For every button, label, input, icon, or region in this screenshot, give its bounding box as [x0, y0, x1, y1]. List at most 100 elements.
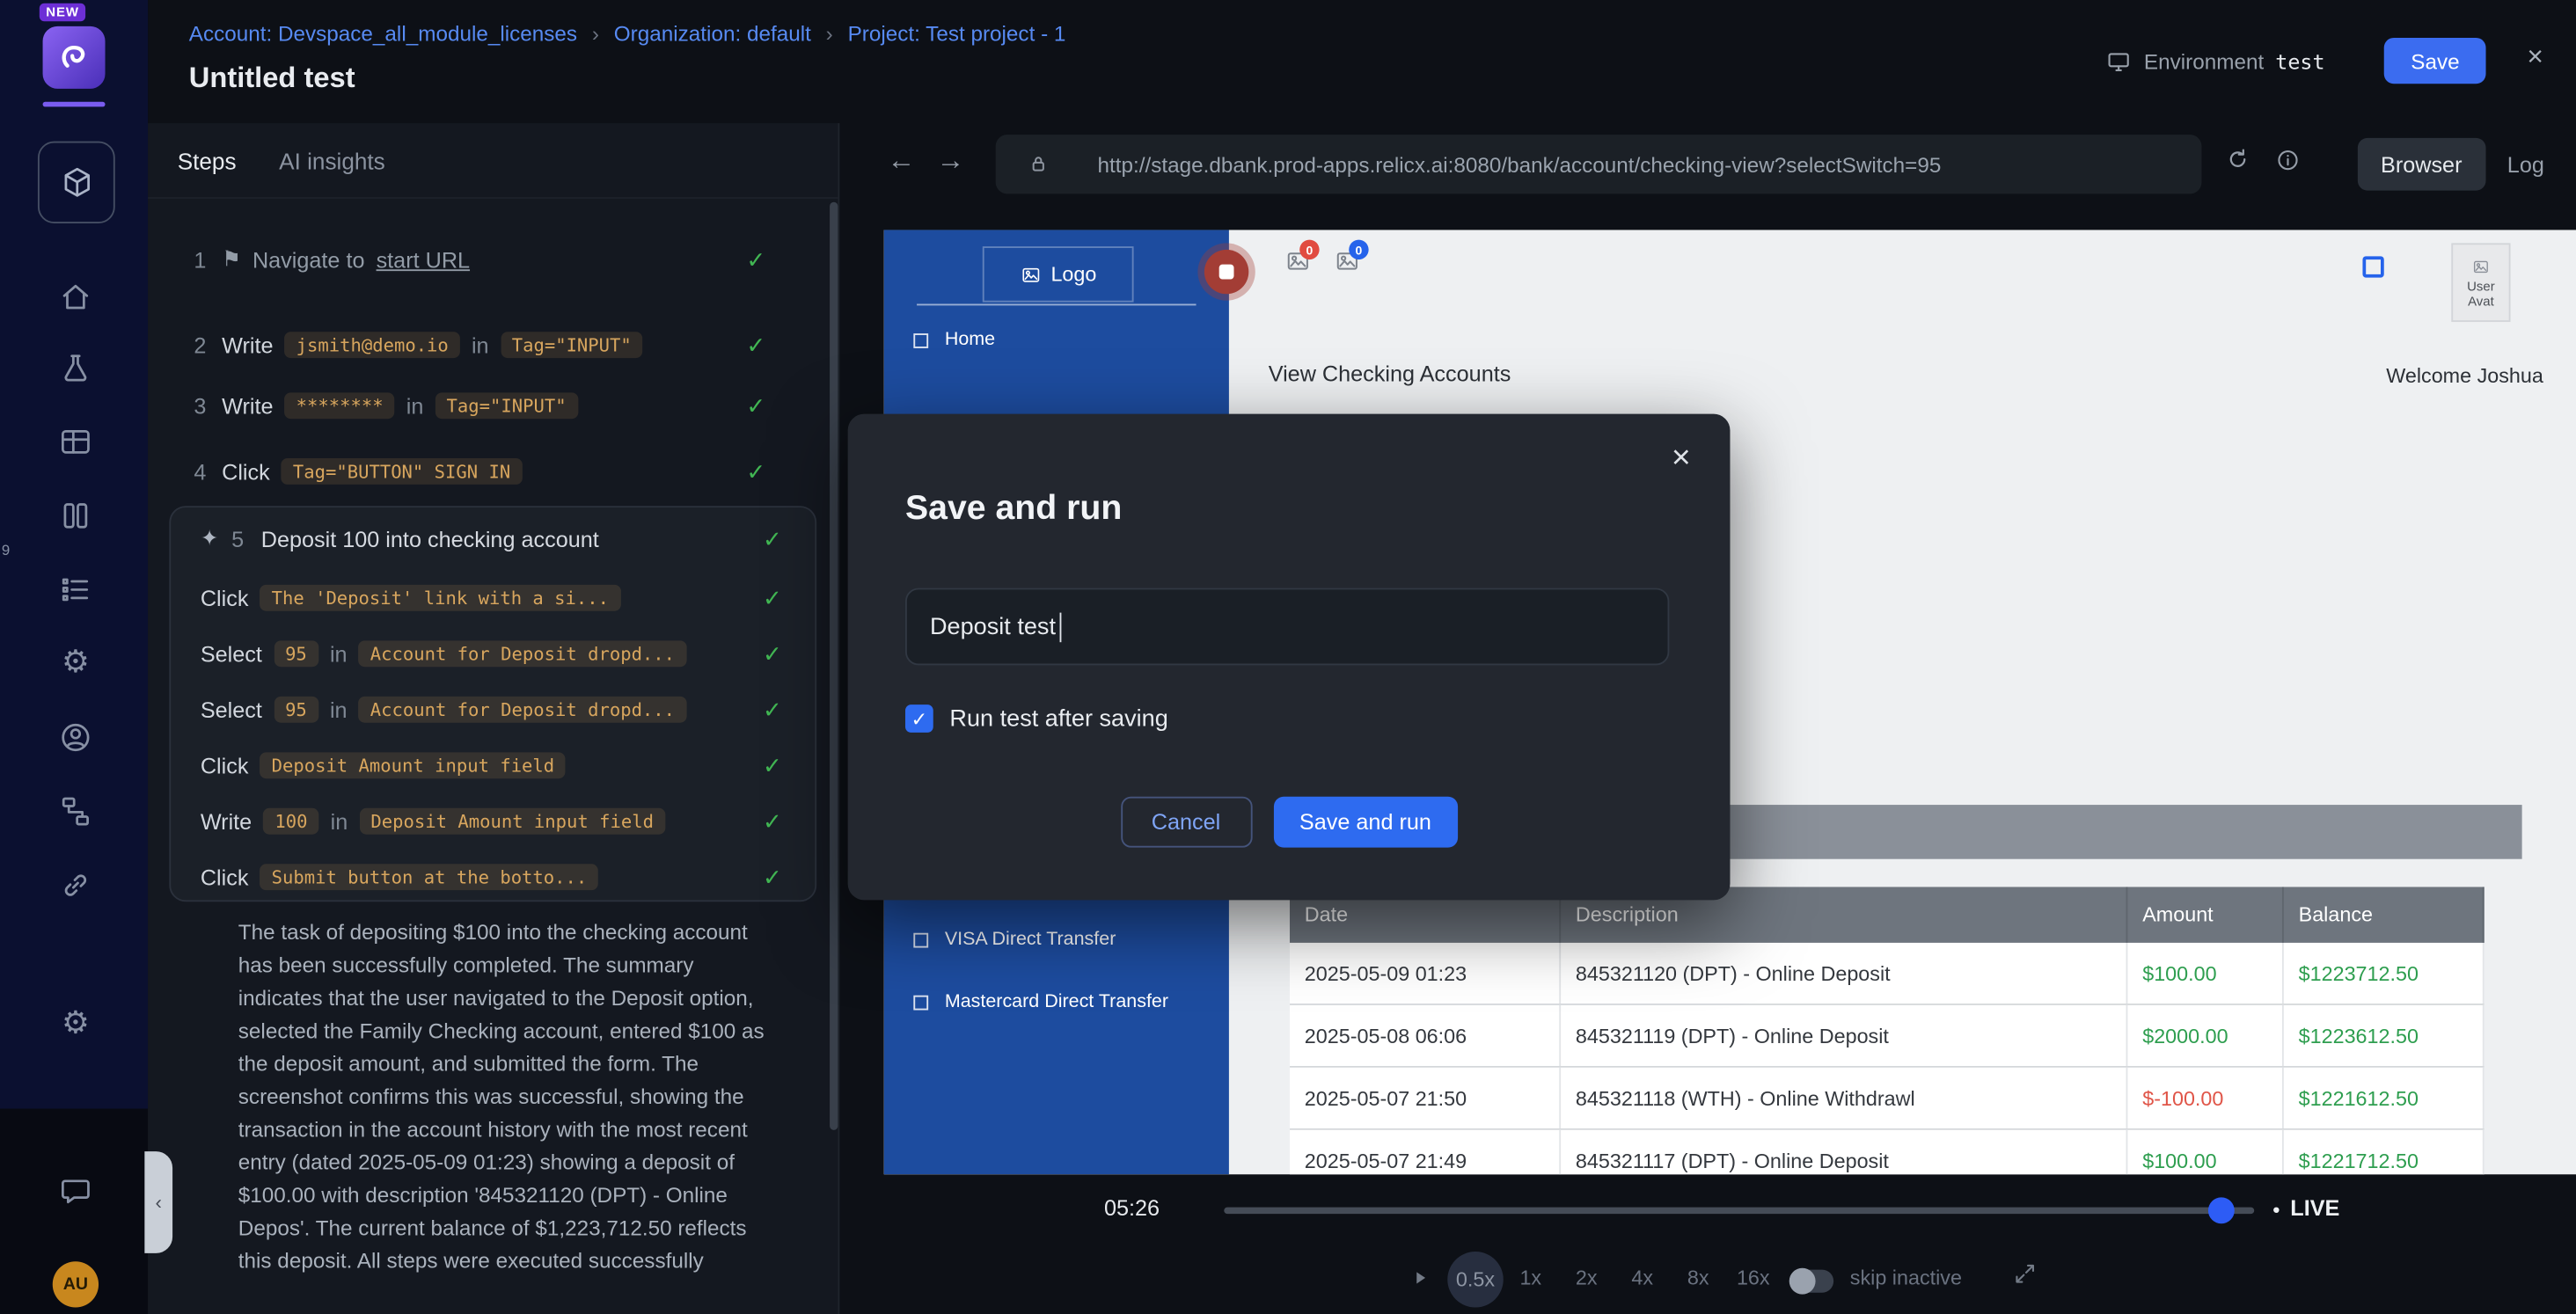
avatar-alt-text: User Avat	[2456, 279, 2506, 309]
sidebar-item-settings[interactable]: ⚙	[55, 642, 95, 682]
steps-scrollbar[interactable]	[830, 202, 838, 1130]
app-logo[interactable]	[43, 26, 106, 89]
substep-value-chip[interactable]: 100	[263, 808, 318, 835]
widget-icon[interactable]	[2362, 256, 2383, 277]
cell-description: 845321118 (WTH) - Online Withdrawl	[1561, 1068, 2127, 1128]
tab-ai-insights[interactable]: AI insights	[279, 147, 385, 173]
skip-inactive-toggle[interactable]	[1791, 1270, 1834, 1293]
sidebar-item-modules[interactable]	[38, 142, 115, 223]
timeline-track[interactable]	[1224, 1208, 2254, 1214]
substep-value-chip[interactable]: 95	[274, 697, 318, 723]
back-arrow-icon[interactable]: ←	[887, 144, 915, 177]
substep-target-chip[interactable]: Deposit Amount input field	[359, 808, 665, 835]
bank-nav-visa-direct-transfer[interactable]: VISA Direct Transfer	[884, 924, 1229, 954]
substep-row[interactable]: Select 95 in Account for Deposit dropd..…	[171, 682, 815, 737]
cell-date: 2025-05-08 06:06	[1290, 1005, 1561, 1066]
substep-row[interactable]: Select 95 in Account for Deposit dropd..…	[171, 626, 815, 682]
user-avatar-broken-image[interactable]: User Avat	[2451, 243, 2510, 322]
step-value-chip[interactable]: ********	[285, 392, 395, 419]
step-connector: in	[406, 393, 424, 418]
breadcrumb-project-link[interactable]: Project: Test project - 1	[848, 21, 1066, 46]
substep-target-chip[interactable]: Submit button at the botto...	[260, 864, 599, 890]
speed-2x-button[interactable]: 2x	[1576, 1267, 1598, 1289]
breadcrumb: Account: Devspace_all_module_licenses › …	[189, 21, 1066, 46]
welcome-text: Welcome Joshua	[2386, 365, 2543, 388]
breadcrumb-organization-link[interactable]: Organization: default	[614, 21, 811, 46]
forward-arrow-icon[interactable]: →	[936, 144, 964, 177]
speed-1x-button[interactable]: 1x	[1519, 1267, 1541, 1289]
info-icon[interactable]	[2274, 146, 2302, 174]
bank-page-title: View Checking Accounts	[1269, 361, 1511, 386]
cell-balance: $1223612.50	[2284, 1005, 2485, 1066]
user-circle-icon	[57, 719, 93, 756]
bank-logo-broken-image[interactable]: Logo	[983, 246, 1134, 302]
speed-8x-button[interactable]: 8x	[1687, 1267, 1709, 1289]
sidebar-item-support-chat[interactable]	[55, 1172, 95, 1211]
save-button[interactable]: Save	[2384, 38, 2485, 84]
substep-target-chip[interactable]: Account for Deposit dropd...	[359, 697, 686, 723]
step-row-1[interactable]: 1 ⚑ Navigate to start URL ✓	[148, 227, 838, 293]
cell-amount: $-100.00	[2127, 1068, 2283, 1128]
tab-log[interactable]: Log	[2487, 138, 2564, 191]
address-bar[interactable]: http://stage.dbank.prod-apps.relicx.ai:8…	[996, 135, 2202, 193]
step-value-chip[interactable]: jsmith@demo.io	[285, 332, 460, 358]
recording-indicator-button[interactable]	[1204, 250, 1248, 294]
step-target-chip[interactable]: Tag="BUTTON" SIGN IN	[282, 458, 523, 485]
timeline-scrubber-handle[interactable]	[2208, 1197, 2235, 1223]
save-and-run-button[interactable]: Save and run	[1273, 797, 1458, 848]
substep-target-chip[interactable]: Deposit Amount input field	[260, 752, 567, 778]
sidebar-item-results[interactable]	[55, 570, 95, 610]
sidebar-item-users[interactable]	[55, 718, 95, 757]
steps-panel-tabs: Steps AI insights	[148, 123, 838, 199]
text-cursor	[1059, 612, 1062, 642]
run-after-saving-checkbox[interactable]: ✓	[905, 704, 933, 733]
step-row-2[interactable]: 2 Write jsmith@demo.io in Tag="INPUT" ✓	[148, 312, 838, 378]
substep-row[interactable]: Write 100 in Deposit Amount input field …	[171, 793, 815, 849]
step-row-4[interactable]: 4 Click Tag="BUTTON" SIGN IN ✓	[148, 439, 838, 505]
speed-16x-button[interactable]: 16x	[1737, 1267, 1770, 1289]
cancel-button[interactable]: Cancel	[1120, 797, 1251, 848]
notification-broken-image[interactable]: 0	[1333, 248, 1363, 274]
substep-target-chip[interactable]: The 'Deposit' link with a si...	[260, 585, 621, 611]
tab-steps[interactable]: Steps	[178, 147, 237, 173]
environment-icon	[2104, 47, 2133, 76]
substep-target-chip[interactable]: Account for Deposit dropd...	[359, 640, 686, 667]
step-group-header[interactable]: ✦ 5 Deposit 100 into checking account ✓	[171, 507, 815, 570]
sidebar-item-workflows[interactable]	[55, 792, 95, 831]
substep-row[interactable]: Click Deposit Amount input field ✓	[171, 738, 815, 793]
sidebar-item-runs[interactable]	[55, 496, 95, 536]
substep-row[interactable]: Click Submit button at the botto... ✓	[171, 849, 815, 904]
live-badge[interactable]: LIVE	[2290, 1196, 2339, 1221]
column-header-amount: Amount	[2127, 887, 2283, 942]
panel-collapse-handle[interactable]: ‹	[144, 1151, 172, 1253]
refresh-icon[interactable]	[2223, 144, 2253, 174]
bank-nav-mastercard-direct-transfer[interactable]: Mastercard Direct Transfer	[884, 987, 1229, 1017]
step-connector: in	[472, 332, 489, 357]
substep-value-chip[interactable]: 95	[274, 640, 318, 667]
test-name-input[interactable]: Deposit test	[905, 588, 1669, 666]
step-row-3[interactable]: 3 Write ******** in Tag="INPUT" ✓	[148, 373, 838, 439]
check-icon: ✓	[763, 525, 782, 553]
start-url-link[interactable]: start URL	[377, 247, 470, 272]
environment-selector[interactable]: Environment test	[2104, 47, 2324, 76]
speed-0.5x-button[interactable]: 0.5x	[1447, 1252, 1503, 1307]
breadcrumb-account-link[interactable]: Account: Devspace_all_module_licenses	[189, 21, 577, 46]
sidebar-item-suites[interactable]	[55, 422, 95, 462]
sidebar-item-preferences[interactable]: ⚙	[55, 1004, 95, 1043]
close-icon[interactable]: ×	[1672, 440, 1691, 478]
bank-nav-home[interactable]: Home	[884, 325, 1229, 355]
speed-4x-button[interactable]: 4x	[1631, 1267, 1653, 1289]
fullscreen-icon[interactable]	[2011, 1259, 2039, 1288]
close-icon[interactable]: ×	[2527, 41, 2543, 74]
play-icon[interactable]	[1408, 1267, 1431, 1289]
sidebar-item-tests[interactable]	[55, 350, 95, 390]
user-avatar[interactable]: AU	[53, 1261, 99, 1307]
tab-browser[interactable]: Browser	[2358, 138, 2485, 191]
step-target-chip[interactable]: Tag="INPUT"	[501, 332, 643, 358]
notification-broken-image[interactable]: 0	[1284, 248, 1314, 274]
sidebar-item-integrations[interactable]	[55, 865, 95, 905]
check-icon: ✓	[746, 245, 765, 274]
step-target-chip[interactable]: Tag="INPUT"	[435, 392, 577, 419]
sidebar-item-home[interactable]	[55, 278, 95, 318]
substep-row[interactable]: Click The 'Deposit' link with a si... ✓	[171, 570, 815, 625]
